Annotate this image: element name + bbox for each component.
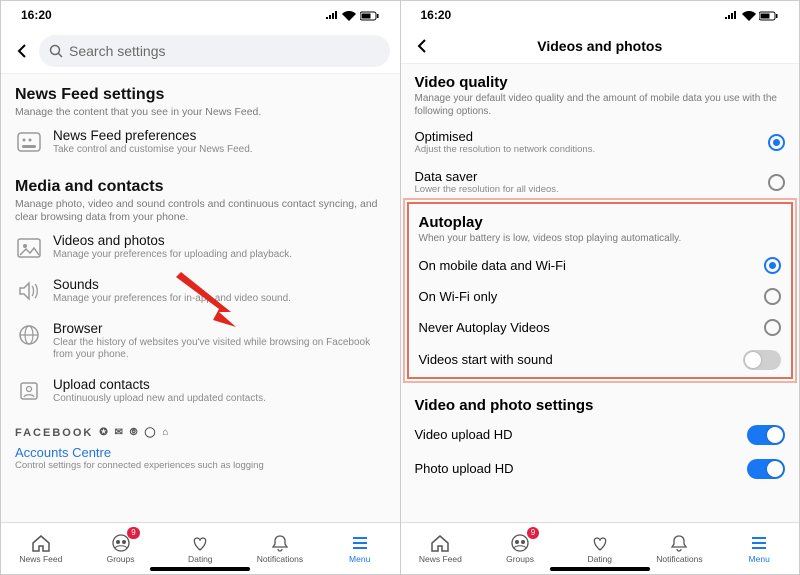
globe-icon [15,321,43,349]
sounds-row[interactable]: Sounds Manage your preferences for in-ap… [15,269,386,313]
speaker-icon [15,277,43,305]
autoplay-mobile-wifi[interactable]: On mobile data and Wi-Fi [409,250,792,281]
status-icons [724,8,779,22]
brand-product-icons: ✪ ✉ ⦾ ◯ ⌂ [99,427,170,438]
tab-groups[interactable]: 9 Groups [480,523,560,574]
autoplay-highlight: Autoplay When your battery is low, video… [407,202,794,379]
home-icon [430,534,450,552]
radio-selected[interactable] [768,134,785,151]
autoplay-never[interactable]: Never Autoplay Videos [409,312,792,343]
tab-news-feed[interactable]: News Feed [401,523,481,574]
bell-icon [270,534,290,552]
page-title: Videos and photos [433,38,768,54]
videos-photos-sub: Manage your preferences for uploading an… [53,249,386,261]
home-icon [31,534,51,552]
autoplay-sub: When your battery is low, videos stop pl… [419,233,782,246]
search-icon [49,44,63,58]
preferences-icon [15,128,43,156]
media-contacts-title: Media and contacts [15,178,386,196]
radio-unselected[interactable] [764,319,781,336]
newsfeed-settings-sub: Manage the content that you see in your … [15,106,386,120]
back-button[interactable] [11,40,33,62]
browser-title: Browser [53,321,386,336]
newsfeed-pref-title: News Feed preferences [53,128,386,143]
radio-unselected[interactable] [764,288,781,305]
photo-upload-hd[interactable]: Photo upload HD [401,452,800,486]
heart-icon [190,534,210,552]
tab-menu[interactable]: Menu [719,523,799,574]
search-placeholder: Search settings [69,43,166,59]
accounts-centre-link[interactable]: Accounts Centre [15,445,386,460]
videos-photos-title: Videos and photos [53,233,386,248]
heart-icon [590,534,610,552]
tab-news-feed[interactable]: News Feed [1,523,81,574]
tab-notifications[interactable]: Notifications [640,523,720,574]
menu-icon [350,534,370,552]
tab-menu[interactable]: Menu [320,523,400,574]
toggle-on[interactable] [747,425,785,445]
facebook-brand: FACEBOOK ✪ ✉ ⦾ ◯ ⌂ [15,427,386,439]
status-time: 16:20 [421,8,452,22]
data-saver-option[interactable]: Data saver Lower the resolution for all … [401,162,800,202]
back-button[interactable] [411,35,433,57]
radio-unselected[interactable] [768,174,785,191]
status-icons [325,8,380,22]
upload-contacts-title: Upload contacts [53,377,386,392]
sounds-sub: Manage your preferences for in-app and v… [53,293,386,305]
groups-badge: 9 [127,527,139,539]
status-bar: 16:20 [401,1,800,29]
video-quality-title: Video quality [415,74,786,91]
video-upload-hd[interactable]: Video upload HD [401,418,800,452]
upload-contacts-sub: Continuously upload new and updated cont… [53,393,386,405]
video-photo-settings-title: Video and photo settings [415,397,786,414]
sounds-title: Sounds [53,277,386,292]
video-quality-sub: Manage your default video quality and th… [415,93,786,118]
home-indicator [550,567,650,571]
home-indicator [150,567,250,571]
autoplay-wifi-only[interactable]: On Wi-Fi only [409,281,792,312]
left-screen: 16:20 Search settings News Feed settings… [1,1,401,574]
radio-selected[interactable] [764,257,781,274]
status-bar: 16:20 [1,1,400,29]
videos-photos-row[interactable]: Videos and photos Manage your preference… [15,225,386,269]
optimised-option[interactable]: Optimised Adjust the resolution to netwo… [401,122,800,162]
newsfeed-settings-title: News Feed settings [15,86,386,104]
browser-sub: Clear the history of websites you've vis… [53,337,386,361]
status-time: 16:20 [21,8,52,22]
header: Search settings [1,29,400,74]
browser-row[interactable]: Browser Clear the history of websites yo… [15,313,386,369]
videos-start-with-sound[interactable]: Videos start with sound [409,343,792,377]
groups-badge: 9 [527,527,539,539]
media-contacts-sub: Manage photo, video and sound controls a… [15,198,386,225]
toggle-on[interactable] [747,459,785,479]
tab-groups[interactable]: 9 Groups [81,523,161,574]
header: Videos and photos [401,29,800,64]
bell-icon [669,534,689,552]
upload-contacts-row[interactable]: Upload contacts Continuously upload new … [15,369,386,413]
search-input[interactable]: Search settings [39,35,390,67]
photo-icon [15,233,43,261]
newsfeed-preferences-row[interactable]: News Feed preferences Take control and c… [15,120,386,164]
newsfeed-pref-sub: Take control and customise your News Fee… [53,144,386,156]
right-screen: 16:20 Videos and photos Video quality Ma… [401,1,800,574]
toggle-off[interactable] [743,350,781,370]
autoplay-title: Autoplay [419,214,782,231]
tab-notifications[interactable]: Notifications [240,523,320,574]
contacts-icon [15,377,43,405]
menu-icon [749,534,769,552]
accounts-centre-sub: Control settings for connected experienc… [15,460,386,471]
settings-content: News Feed settings Manage the content th… [1,74,400,522]
